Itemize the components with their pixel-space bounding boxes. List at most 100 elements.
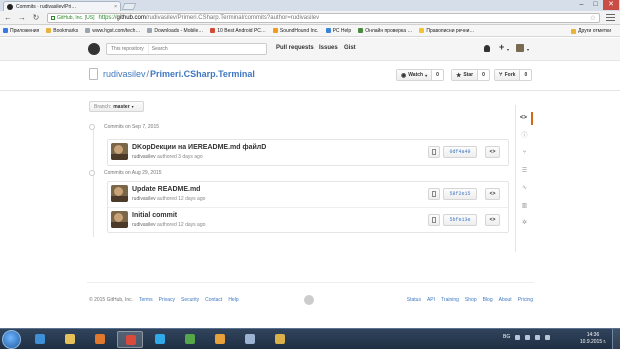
commit-author[interactable]: rudivasilev (132, 154, 156, 160)
other-bookmarks[interactable]: Други отметки (571, 28, 611, 34)
star-button[interactable]: ★ Star (452, 70, 478, 80)
browser-tab[interactable]: Commits · rudivasilev/Pri… × (3, 1, 121, 11)
bookmark-item[interactable]: SoundHound Inc. (272, 28, 319, 34)
taskbar-clock[interactable]: 14:36 10.9.2015 г. (578, 332, 608, 346)
star-count[interactable]: 0 (477, 70, 489, 80)
language-indicator[interactable]: BG (503, 334, 510, 340)
github-footer-logo-icon[interactable] (304, 295, 314, 305)
volume-icon[interactable] (535, 334, 541, 340)
user-menu-caret-icon[interactable]: ▾ (527, 47, 529, 52)
bookmark-item[interactable]: Онлайн проверка … (358, 28, 412, 34)
footer-link-pricing[interactable]: Pricing (518, 297, 533, 303)
nav-pull-requests[interactable]: Pull requests (276, 45, 314, 51)
window-maximize-button[interactable]: □ (589, 0, 602, 10)
browse-code-button[interactable]: <> (485, 214, 500, 226)
bookmark-item[interactable]: Приложения (3, 28, 39, 34)
commit-author-avatar[interactable] (111, 211, 128, 228)
commit-title[interactable]: DKopDекции на ИEREADME.md файлD (132, 144, 266, 151)
repo-nav-graphs-icon[interactable]: ▥ (516, 200, 533, 213)
browse-code-button[interactable]: <> (485, 188, 500, 200)
tray-arrow-icon[interactable] (515, 334, 521, 340)
commit-author-avatar[interactable] (111, 143, 128, 160)
commit-sha-link[interactable]: 5bfe13e (443, 214, 477, 226)
repo-name-link[interactable]: Primeri.CSharp.Terminal (150, 69, 255, 79)
show-desktop-button[interactable] (612, 329, 620, 349)
repo-nav-pull-requests-icon[interactable]: ⑂ (516, 147, 533, 160)
footer-link-training[interactable]: Training (441, 297, 459, 303)
new-tab-button[interactable] (121, 3, 137, 10)
taskbar-skype-button[interactable] (147, 331, 173, 348)
taskbar-app-window-button[interactable] (237, 331, 263, 348)
footer-link-about[interactable]: About (499, 297, 512, 303)
copy-sha-button[interactable] (428, 146, 440, 158)
footer-link-shop[interactable]: Shop (465, 297, 477, 303)
footer-link-terms[interactable]: Terms (139, 297, 153, 303)
window-minimize-button[interactable]: – (575, 0, 588, 10)
create-new-plus-icon[interactable]: + (499, 42, 504, 52)
fork-count[interactable]: 0 (519, 70, 531, 80)
tab-close-icon[interactable]: × (114, 4, 117, 10)
flag-icon[interactable] (545, 334, 551, 340)
taskbar-explorer-button[interactable] (57, 331, 83, 348)
repo-owner-link[interactable]: rudivasilev (103, 69, 146, 79)
nav-gist[interactable]: Gist (344, 45, 356, 51)
bookmark-item[interactable]: Правописни речни… (419, 28, 474, 34)
taskbar-media-player-button[interactable] (87, 331, 113, 348)
copy-sha-button[interactable] (428, 188, 440, 200)
repo-nav-settings-icon[interactable]: ✲ (516, 217, 533, 230)
commit-title[interactable]: Initial commit (132, 212, 177, 219)
browser-menu-icon[interactable] (606, 14, 615, 22)
taskbar-chrome-button[interactable] (117, 331, 143, 348)
taskbar-app-green-button[interactable] (177, 331, 203, 348)
repo-nav-code-icon[interactable]: <> (516, 112, 533, 125)
copy-sha-button[interactable] (428, 214, 440, 226)
taskbar-app-orange-button[interactable] (207, 331, 233, 348)
bookmark-item[interactable]: Bookmarks (46, 28, 78, 34)
footer-link-security[interactable]: Security (181, 297, 199, 303)
search-box[interactable]: This repository (106, 43, 267, 55)
watch-button[interactable]: ◉ Watch ▾ (397, 70, 432, 80)
commit-sha-link[interactable]: 0df4a49 (443, 146, 477, 158)
network-icon[interactable] (525, 334, 531, 340)
branch-selector[interactable]: Branch: master ▾ (89, 101, 144, 112)
notifications-bell-icon[interactable] (484, 45, 490, 52)
window-close-button[interactable]: ✕ (603, 0, 619, 10)
ev-certificate-badge[interactable]: GitHub, Inc. [US] (51, 15, 95, 21)
footer-link-api[interactable]: API (427, 297, 435, 303)
footer-link-help[interactable]: Help (228, 297, 238, 303)
address-bar[interactable]: GitHub, Inc. [US] https://github.com/rud… (47, 13, 600, 23)
url-text[interactable]: https://github.com/rudivasilev/Primeri.C… (99, 15, 320, 21)
commit-title[interactable]: Update README.md (132, 186, 200, 193)
search-input[interactable] (151, 46, 252, 52)
forward-button[interactable]: → (17, 13, 27, 23)
browse-code-button[interactable]: <> (485, 146, 500, 158)
repo-separator: / (146, 69, 150, 79)
start-button[interactable] (2, 330, 21, 349)
repo-nav-pulse-icon[interactable]: ∿ (516, 182, 533, 195)
github-logo-icon[interactable] (88, 43, 100, 55)
fork-button[interactable]: ⑂ Fork (495, 70, 520, 80)
nav-issues[interactable]: Issues (319, 45, 338, 51)
footer-link-privacy[interactable]: Privacy (159, 297, 175, 303)
back-button[interactable]: ← (3, 13, 13, 23)
watch-count[interactable]: 0 (431, 70, 443, 80)
footer-link-contact[interactable]: Contact (205, 297, 222, 303)
taskbar-app-folder-button[interactable] (267, 331, 293, 348)
bookmark-star-icon[interactable]: ☆ (590, 14, 596, 22)
create-new-caret-icon[interactable]: ▾ (507, 47, 509, 52)
bookmark-item[interactable]: www.hgst.com/tech… (85, 28, 140, 34)
commit-author-avatar[interactable] (111, 185, 128, 202)
repo-nav-wiki-icon[interactable]: ☰ (516, 165, 533, 178)
user-avatar[interactable] (516, 44, 524, 52)
reload-button[interactable]: ↻ (31, 13, 41, 23)
repo-nav-issues-icon[interactable]: ⓘ (516, 130, 533, 143)
footer-link-blog[interactable]: Blog (483, 297, 493, 303)
footer-link-status[interactable]: Status (407, 297, 421, 303)
commit-sha-link[interactable]: 58f2e15 (443, 188, 477, 200)
bookmark-item[interactable]: PC Help (325, 28, 351, 34)
taskbar-ie-button[interactable] (27, 331, 53, 348)
commit-author[interactable]: rudivasilev (132, 222, 156, 228)
commit-author[interactable]: rudivasilev (132, 196, 156, 202)
bookmark-item[interactable]: Downloads - Mobile… (147, 28, 203, 34)
bookmark-item[interactable]: 10 Best Android PC… (210, 28, 266, 34)
